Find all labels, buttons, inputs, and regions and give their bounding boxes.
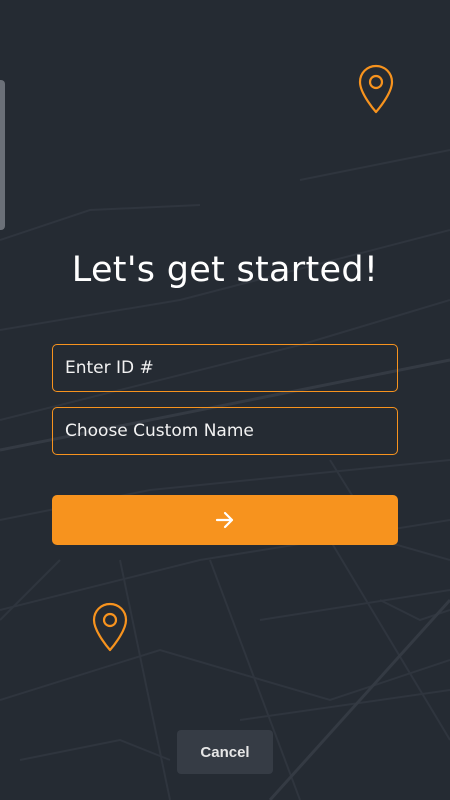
cancel-button[interactable]: Cancel (177, 730, 273, 774)
scroll-handle[interactable] (0, 80, 5, 230)
map-pin-icon (92, 602, 128, 652)
arrow-right-icon (215, 511, 234, 529)
page-title: Let's get started! (71, 250, 379, 290)
submit-button[interactable] (52, 495, 398, 545)
id-input[interactable] (52, 344, 398, 392)
onboarding-screen: Let's get started! Cancel (0, 0, 450, 800)
map-pin-icon (358, 64, 394, 114)
street-map-background (0, 149, 450, 800)
custom-name-input[interactable] (52, 407, 398, 455)
